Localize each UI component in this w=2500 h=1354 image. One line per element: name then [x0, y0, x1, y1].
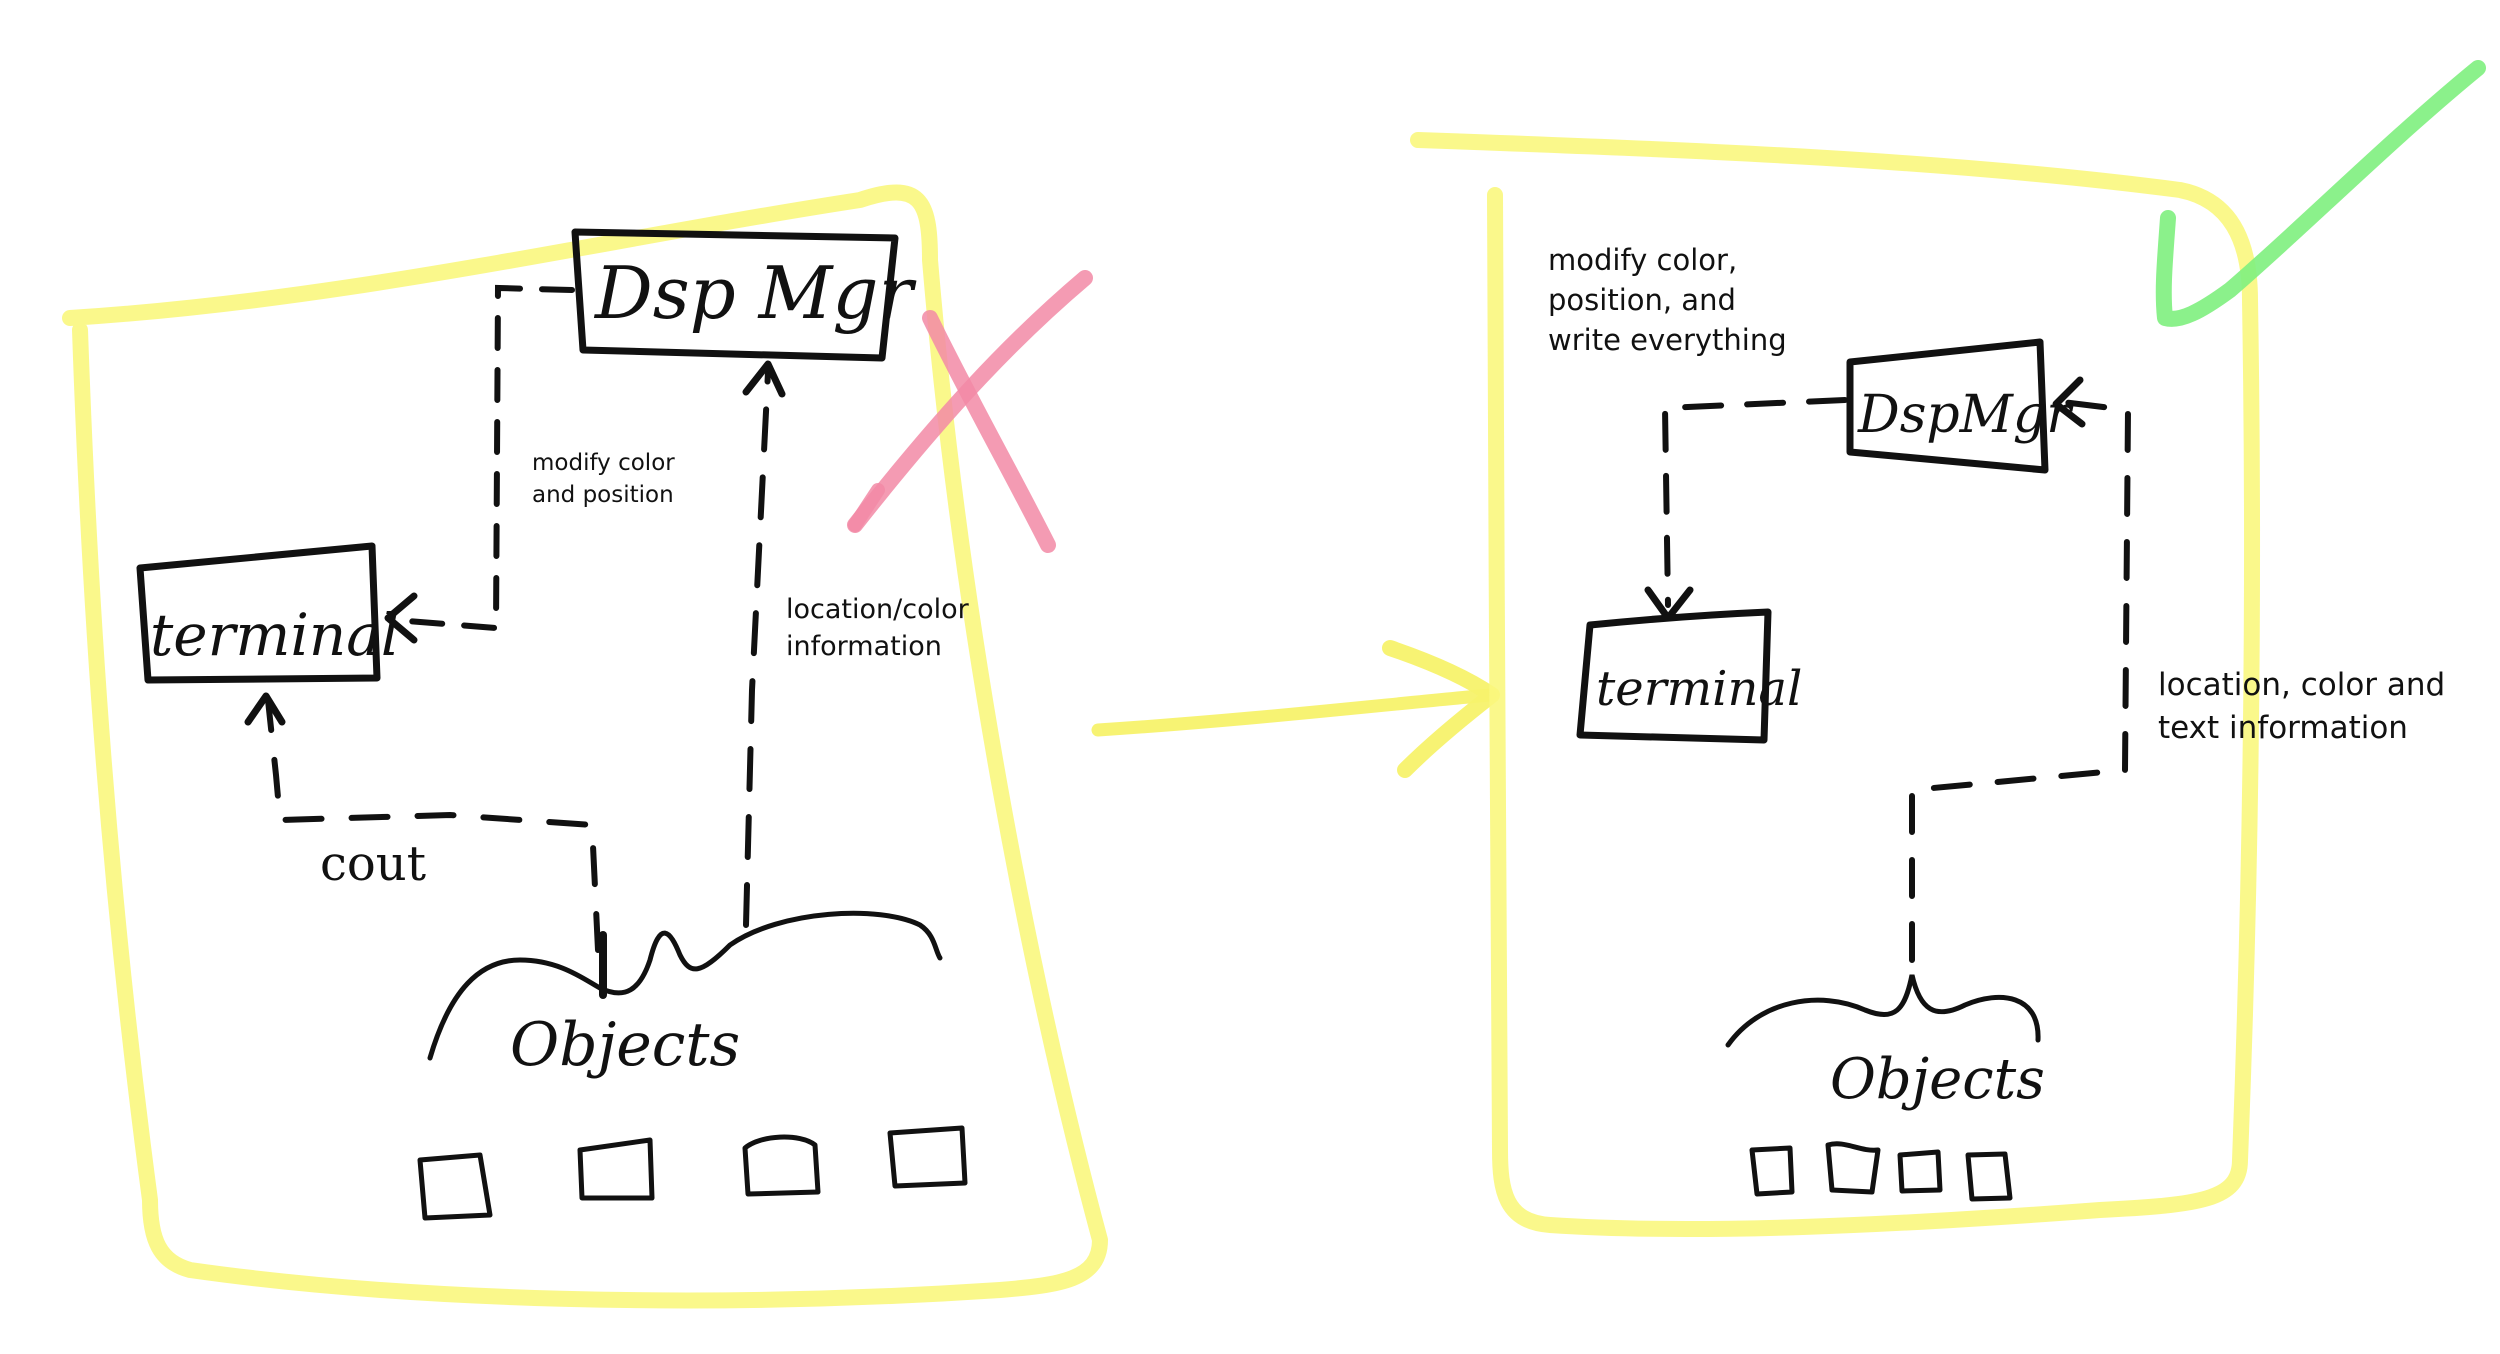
right-note-modify-line1: modify color,	[1548, 243, 1737, 277]
left-dspmgr-arrowhead	[742, 360, 786, 398]
right-object-square-2	[1825, 1141, 1881, 1195]
left-object-square-1	[417, 1152, 493, 1221]
right-object-square-3	[1897, 1149, 1943, 1194]
left-location-connector	[743, 369, 771, 928]
left-note-modify-line1: modify color	[532, 450, 675, 476]
left-dspmgr-label: Dsp Mgr	[593, 251, 916, 335]
left-panel: Dsp Mgr terminal modify color and positi…	[62, 184, 1108, 1309]
left-object-square-3	[742, 1134, 821, 1197]
left-cout-label: cout	[320, 836, 426, 892]
right-dspmgr-label: DspMgr	[1857, 385, 2074, 445]
left-object-square-2	[577, 1137, 655, 1201]
right-panel: modify color, position, and write everyt…	[1410, 60, 2486, 1238]
right-location-connector	[1909, 399, 2132, 963]
right-arrow-icon	[1091, 640, 1500, 778]
right-object-square-4	[1965, 1151, 2013, 1202]
right-modify-connector	[1661, 397, 1848, 608]
diagram-canvas: Dsp Mgr terminal modify color and positi…	[62, 60, 2486, 1309]
left-cout-connector	[265, 697, 601, 953]
left-note-modify-line2: and position	[532, 482, 674, 508]
right-note-location-line2: text information	[2158, 710, 2408, 746]
left-note-location-line1: location/color	[786, 594, 970, 625]
left-cout-arrowhead	[244, 692, 286, 726]
right-objects-label: Objects	[1830, 1047, 2045, 1112]
left-terminal-label: terminal	[150, 601, 399, 669]
right-objects-brace	[1725, 974, 2041, 1048]
left-objects-label: Objects	[510, 1010, 740, 1080]
right-note-modify-line3: write everything	[1548, 323, 1787, 357]
left-object-square-4	[887, 1125, 968, 1189]
left-note-location-line2: information	[786, 631, 942, 662]
right-note-modify-line2: position, and	[1548, 283, 1736, 317]
right-note-location-line1: location, color and	[2158, 667, 2445, 703]
right-object-square-1	[1749, 1145, 1795, 1197]
right-terminal-label: terminal	[1596, 661, 1802, 717]
